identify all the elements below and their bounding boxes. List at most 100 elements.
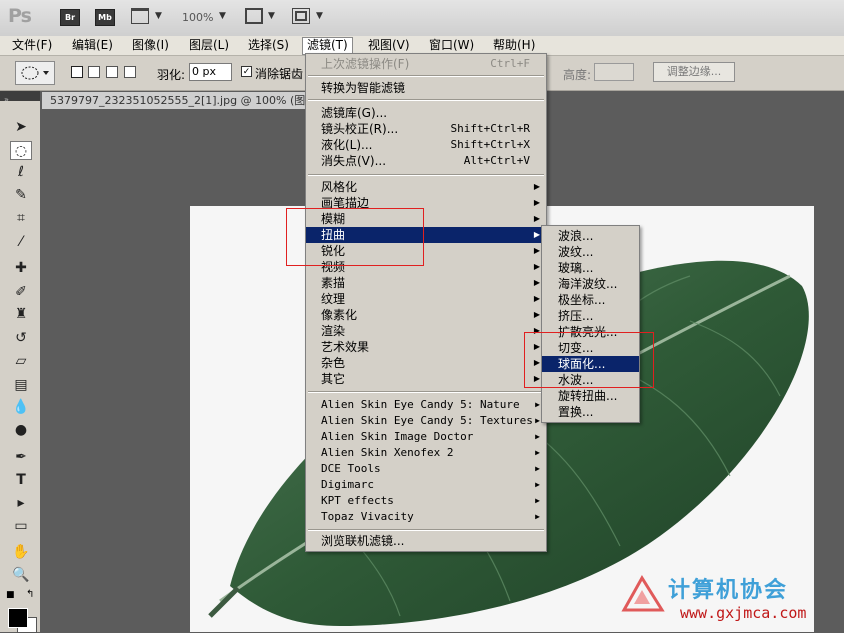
- add-to-selection-icon[interactable]: [88, 66, 100, 78]
- submenu-arrow-icon: ▶: [535, 416, 540, 425]
- bridge-button[interactable]: Br: [60, 9, 80, 26]
- clone-stamp-tool-icon[interactable]: ♜: [10, 305, 32, 324]
- menu-item-pinch[interactable]: 挤压...: [542, 308, 639, 324]
- menu-layer[interactable]: 图层(L): [185, 37, 233, 54]
- feather-label: 羽化:: [157, 68, 186, 82]
- menu-item-sketch[interactable]: 素描 ▶: [306, 275, 546, 291]
- menu-item-polar-coordinates[interactable]: 极坐标...: [542, 292, 639, 308]
- menu-item-pixelate[interactable]: 像素化 ▶: [306, 307, 546, 323]
- menu-item-wave[interactable]: 波浪...: [542, 228, 639, 244]
- zoom-tool-icon[interactable]: 🔍: [10, 566, 32, 585]
- elliptical-marquee-tool-icon[interactable]: ◌: [10, 141, 32, 160]
- menu-edit[interactable]: 编辑(E): [68, 37, 117, 54]
- antialias-checkbox[interactable]: ✓: [241, 66, 252, 77]
- menu-item-displace[interactable]: 置换...: [542, 404, 639, 420]
- menu-item-plugin-kpt-effects[interactable]: KPT effects ▶: [306, 493, 546, 509]
- submenu-arrow-icon: ▶: [535, 400, 540, 409]
- zoom-level[interactable]: 100%: [182, 11, 213, 24]
- mini-bridge-button[interactable]: Mb: [95, 9, 115, 26]
- menu-item-plugin-digimarc[interactable]: Digimarc ▶: [306, 477, 546, 493]
- filter-menu: 上次滤镜操作(F) Ctrl+F 转换为智能滤镜 滤镜库(G)... 镜头校正(R…: [305, 53, 547, 552]
- menu-item-other[interactable]: 其它 ▶: [306, 371, 546, 387]
- application-bar: [0, 0, 844, 37]
- height-input[interactable]: [594, 63, 634, 81]
- menu-help[interactable]: 帮助(H): [489, 37, 539, 54]
- submenu-arrow-icon: ▶: [533, 214, 540, 223]
- blur-tool-icon[interactable]: 💧: [10, 398, 32, 417]
- screen-mode-dropdown-icon[interactable]: ▼: [316, 11, 323, 21]
- menu-item-glass[interactable]: 玻璃...: [542, 260, 639, 276]
- screen-mode-icon[interactable]: [292, 8, 310, 24]
- extras-icon[interactable]: [131, 8, 149, 24]
- feather-input[interactable]: 0 px: [189, 63, 232, 81]
- submenu-arrow-icon: ▶: [533, 310, 540, 319]
- rectangle-tool-icon[interactable]: ▭: [10, 517, 32, 536]
- menu-item-smart-filter[interactable]: 转换为智能滤镜: [306, 80, 546, 96]
- menu-item-render[interactable]: 渲染 ▶: [306, 323, 546, 339]
- document-tab[interactable]: 5379797_232351052555_2[1].jpg @ 100% (图: [42, 92, 310, 109]
- submenu-arrow-icon: ▶: [533, 246, 540, 255]
- menu-item-plugin-topaz-vivacity[interactable]: Topaz Vivacity ▶: [306, 509, 546, 525]
- menu-item-artistic[interactable]: 艺术效果 ▶: [306, 339, 546, 355]
- pen-tool-icon[interactable]: ✒: [10, 448, 32, 467]
- lasso-tool-icon[interactable]: ℓ: [10, 163, 32, 182]
- tool-preset-picker[interactable]: [15, 61, 55, 85]
- submenu-arrow-icon: ▶: [535, 512, 540, 521]
- menu-item-noise[interactable]: 杂色 ▶: [306, 355, 546, 371]
- distort-submenu: 波浪... 波纹... 玻璃... 海洋波纹... 极坐标... 挤压... 扩…: [541, 225, 640, 423]
- arrange-dropdown-icon[interactable]: ▼: [268, 11, 275, 21]
- type-tool-icon[interactable]: T: [10, 471, 32, 490]
- menu-item-plugin-eye-candy-textures[interactable]: Alien Skin Eye Candy 5: Textures ▶: [306, 413, 546, 429]
- move-tool-icon[interactable]: ➤: [10, 118, 32, 137]
- extras-dropdown-icon[interactable]: ▼: [155, 11, 162, 21]
- zoom-dropdown-icon[interactable]: ▼: [219, 11, 226, 21]
- watermark-url: www.gxjmca.com: [680, 604, 807, 622]
- menu-item-last-filter[interactable]: 上次滤镜操作(F) Ctrl+F: [306, 56, 546, 72]
- menu-item-lens-correction[interactable]: 镜头校正(R)... Shift+Ctrl+R: [306, 121, 546, 137]
- menu-view[interactable]: 视图(V): [364, 37, 414, 54]
- menu-item-twirl[interactable]: 旋转扭曲...: [542, 388, 639, 404]
- brush-tool-icon[interactable]: ✐: [10, 283, 32, 302]
- intersect-selection-icon[interactable]: [124, 66, 136, 78]
- menu-item-plugin-image-doctor[interactable]: Alien Skin Image Doctor ▶: [306, 429, 546, 445]
- menu-image[interactable]: 图像(I): [128, 37, 173, 54]
- submenu-arrow-icon: ▶: [535, 496, 540, 505]
- new-selection-icon[interactable]: [71, 66, 83, 78]
- watermark-logo-icon: [621, 575, 665, 612]
- default-colors-icon[interactable]: ■: [6, 590, 15, 600]
- menu-item-plugin-eye-candy-nature[interactable]: Alien Skin Eye Candy 5: Nature ▶: [306, 397, 546, 413]
- menu-item-ripple[interactable]: 波纹...: [542, 244, 639, 260]
- menu-file[interactable]: 文件(F): [8, 37, 56, 54]
- gradient-tool-icon[interactable]: ▤: [10, 376, 32, 395]
- eraser-tool-icon[interactable]: ▱: [10, 352, 32, 371]
- subtract-selection-icon[interactable]: [106, 66, 118, 78]
- dodge-tool-icon[interactable]: ●: [10, 421, 32, 440]
- history-brush-tool-icon[interactable]: ↺: [10, 329, 32, 348]
- menu-item-filter-gallery[interactable]: 滤镜库(G)...: [306, 105, 546, 121]
- path-selection-tool-icon[interactable]: ▸: [10, 494, 32, 513]
- healing-brush-tool-icon[interactable]: ✚: [10, 259, 32, 278]
- crop-tool-icon[interactable]: ⌗: [10, 209, 32, 228]
- menu-item-ocean-ripple[interactable]: 海洋波纹...: [542, 276, 639, 292]
- arrange-documents-icon[interactable]: [245, 8, 263, 24]
- menu-item-browse-online-filters[interactable]: 浏览联机滤镜...: [306, 533, 546, 549]
- menu-item-texture[interactable]: 纹理 ▶: [306, 291, 546, 307]
- menu-item-plugin-dce-tools[interactable]: DCE Tools ▶: [306, 461, 546, 477]
- eyedropper-tool-icon[interactable]: ⁄: [10, 233, 32, 252]
- submenu-arrow-icon: ▶: [533, 294, 540, 303]
- submenu-arrow-icon: ▶: [533, 198, 540, 207]
- menu-item-stylize[interactable]: 风格化 ▶: [306, 179, 546, 195]
- menu-item-liquify[interactable]: 液化(L)... Shift+Ctrl+X: [306, 137, 546, 153]
- menu-window[interactable]: 窗口(W): [425, 37, 478, 54]
- menu-select[interactable]: 选择(S): [244, 37, 293, 54]
- foreground-color-swatch[interactable]: [8, 608, 28, 628]
- menu-item-plugin-xenofex[interactable]: Alien Skin Xenofex 2 ▶: [306, 445, 546, 461]
- hand-tool-icon[interactable]: ✋: [10, 543, 32, 562]
- submenu-arrow-icon: ▶: [535, 448, 540, 457]
- swap-colors-icon[interactable]: ↰: [26, 589, 34, 600]
- submenu-arrow-icon: ▶: [535, 432, 540, 441]
- refine-edge-button[interactable]: 调整边缘...: [653, 62, 735, 82]
- submenu-arrow-icon: ▶: [533, 230, 540, 239]
- quick-selection-tool-icon[interactable]: ✎: [10, 186, 32, 205]
- menu-item-vanishing-point[interactable]: 消失点(V)... Alt+Ctrl+V: [306, 153, 546, 169]
